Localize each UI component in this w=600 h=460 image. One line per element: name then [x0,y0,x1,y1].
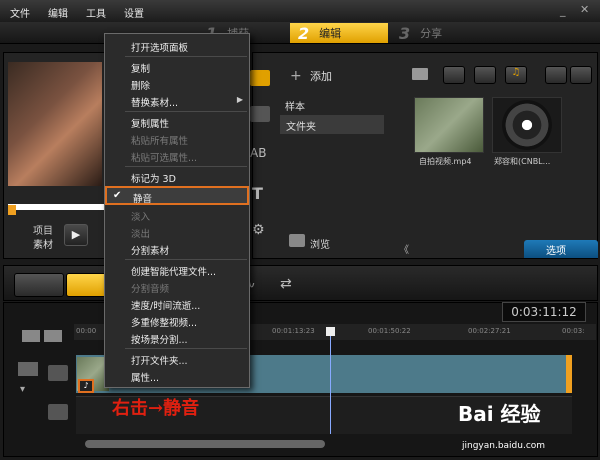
menu-item-split-by-scene[interactable]: 按场景分割... [105,329,249,346]
menu-separator [125,111,247,112]
close-icon[interactable]: ✕ [580,3,589,16]
time-tick: 00:01:13:23 [272,327,315,335]
menu-item-multi-trim[interactable]: 多重修整视频... [105,312,249,329]
filter-video-icon[interactable] [443,66,465,84]
scrub-handle[interactable] [8,205,16,215]
menu-item-speed-time-lapse[interactable]: 速度/时间流逝... [105,295,249,312]
filter-image-icon[interactable] [474,66,496,84]
storyboard-view-icon[interactable] [14,273,64,297]
menu-tools[interactable]: 工具 [86,5,106,20]
library-item-sample[interactable]: 样本 [285,98,305,113]
timecode-display: 0:03:11:12 [502,302,586,322]
menu-item-mark-3d[interactable]: 标记为 3D [105,168,249,185]
play-button[interactable]: ▶ [64,224,88,246]
clip-label[interactable]: 素材 [33,236,53,251]
track-manager-icon[interactable] [22,330,40,342]
music-disc-icon [502,100,552,150]
menu-separator [125,166,247,167]
menu-item-replace-clip[interactable]: 替换素材... ▶ [105,92,249,109]
video-preview [8,62,102,186]
title-t-icon[interactable]: T [252,184,263,203]
submenu-arrow-icon: ▶ [236,95,243,104]
mute-indicator-icon: ♪ [78,379,94,393]
menu-item-copy[interactable]: 复制 [105,58,249,75]
time-tick: 00:02:27:21 [468,327,511,335]
library-item-folder[interactable]: 文件夹 [280,115,384,134]
time-tick: 00:01:50:22 [368,327,411,335]
playhead-line [330,330,331,434]
list-view-icon[interactable] [545,66,567,84]
thumbnail-caption: 郑容和(CNBL... [494,157,551,166]
menu-separator [125,259,247,260]
track-lock-icon[interactable] [48,365,68,381]
time-tick: 00:03: [562,327,585,335]
browse-button[interactable]: 浏览 [310,236,330,251]
playhead[interactable] [326,327,335,336]
checkmark-icon: ✔ [113,190,122,201]
scrub-bar[interactable] [8,204,104,210]
time-tick: 00:00 [76,327,97,335]
menu-file[interactable]: 文件 [10,5,30,20]
media-icon[interactable] [250,70,270,86]
project-label[interactable]: 项目 [33,222,53,237]
media-thumbnail[interactable] [414,97,484,153]
filter-audio-icon[interactable]: ♫ [505,66,527,84]
menu-separator [125,56,247,57]
menu-separator [125,348,247,349]
folder-icon[interactable] [412,68,428,80]
tab-edit[interactable]: 2 编辑 [290,23,388,43]
menu-settings[interactable]: 设置 [124,5,144,20]
video-track-icon[interactable] [18,362,38,376]
mix-icon[interactable]: ⇄ [280,276,292,292]
menu-item-split-clip[interactable]: 分割素材 [105,240,249,257]
thumbnail-view-icon[interactable] [570,66,592,84]
add-button[interactable]: 添加 [310,68,332,84]
menu-item-split-audio: 分割音频 [131,284,170,295]
menu-item-mute[interactable]: ✔ 静音 [105,186,249,205]
menu-item-properties[interactable]: 属性... [105,367,249,384]
menu-edit[interactable]: 编辑 [48,5,68,20]
menu-item-open-folder[interactable]: 打开文件夹... [105,350,249,367]
annotation-text: 右击→静音 [112,398,200,419]
minimize-icon[interactable]: _ [560,4,566,17]
gear-icon[interactable]: ⚙ [252,222,265,238]
timeline-scrollbar[interactable] [85,440,325,448]
menu-item-create-proxy[interactable]: 创建智能代理文件... [105,261,249,278]
add-icon[interactable]: + [290,68,302,84]
watermark-url: jingyan.baidu.com [462,441,546,451]
menu-item-fade-out: 淡出 [131,229,151,240]
menu-item-fade-in: 淡入 [131,212,151,223]
chapter-icon[interactable] [44,330,62,342]
watermark-logo: Bai 经验 [458,402,541,426]
tab-share[interactable]: 3 分享 [393,23,513,43]
title-ab-icon[interactable]: AB [250,146,266,160]
menu-item-open-options[interactable]: 打开选项面板 [105,37,249,54]
menu-item-delete[interactable]: 删除 [105,75,249,92]
clip-end-handle[interactable] [566,355,572,393]
options-button[interactable]: 选项 [524,240,598,258]
transition-icon[interactable] [250,106,270,122]
browse-icon[interactable] [289,234,305,247]
menu-item-paste-selected-attributes: 粘贴可选属性... [131,153,198,164]
menu-item-paste-all-attributes: 粘贴所有属性 [131,136,189,147]
context-menu: 打开选项面板 复制 删除 替换素材... ▶ 复制属性 粘贴所有属性 粘贴可选属性… [104,33,250,388]
collapse-icon[interactable]: 《 [399,241,409,256]
overlay-track-icon[interactable] [48,404,68,420]
dropdown-icon[interactable]: ▾ [20,384,25,395]
menu-item-copy-attributes[interactable]: 复制属性 [105,113,249,130]
thumbnail-caption: 自拍视频.mp4 [419,157,472,166]
